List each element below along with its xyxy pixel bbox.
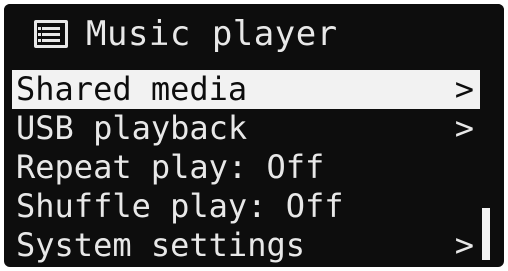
- list-menu-icon: [34, 20, 68, 48]
- menu-item-label: Shuffle play: Off: [16, 187, 344, 225]
- menu-item-label: System settings: [16, 226, 305, 264]
- chevron-right-icon: >: [454, 70, 474, 108]
- menu-item-label: Repeat play: Off: [16, 148, 325, 186]
- chevron-right-icon: >: [454, 109, 474, 147]
- menu-item-shuffle-play[interactable]: Shuffle play: Off: [12, 187, 480, 226]
- menu-item-shared-media[interactable]: Shared media >: [12, 70, 480, 109]
- menu-list: Shared media > USB playback > Repeat pla…: [12, 70, 480, 265]
- lcd-screen: Music player Shared media > USB playback…: [4, 4, 504, 267]
- page-title: Music player: [86, 14, 338, 54]
- menu-item-label: Shared media: [16, 70, 248, 108]
- menu-item-label: USB playback: [16, 109, 248, 147]
- scrollbar-thumb[interactable]: [482, 208, 490, 260]
- menu-item-usb-playback[interactable]: USB playback >: [12, 109, 480, 148]
- menu-item-repeat-play[interactable]: Repeat play: Off: [12, 148, 480, 187]
- chevron-right-icon: >: [454, 226, 474, 264]
- title-bar: Music player: [4, 4, 504, 66]
- menu-item-system-settings[interactable]: System settings >: [12, 226, 480, 265]
